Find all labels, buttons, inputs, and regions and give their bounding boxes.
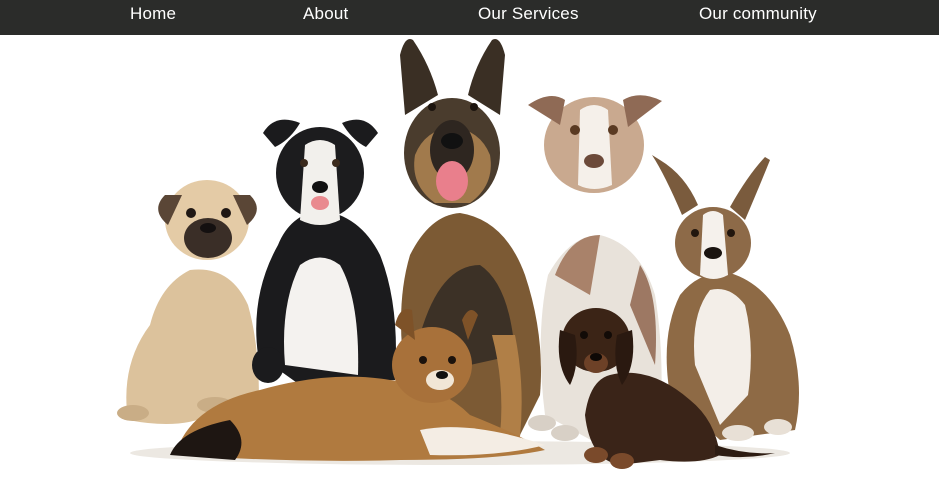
border-collie-dog	[252, 119, 396, 385]
nav-link-about[interactable]: About	[303, 0, 348, 28]
nav-link-our-community[interactable]: Our community	[699, 0, 817, 28]
nav-link-home[interactable]: Home	[130, 0, 176, 28]
nav-link-our-services[interactable]: Our Services	[478, 0, 579, 28]
pug-dog	[117, 180, 259, 427]
hero-image	[0, 35, 939, 497]
top-navigation-bar: Home About Our Services Our community	[0, 0, 939, 35]
dogs-illustration	[117, 39, 799, 469]
